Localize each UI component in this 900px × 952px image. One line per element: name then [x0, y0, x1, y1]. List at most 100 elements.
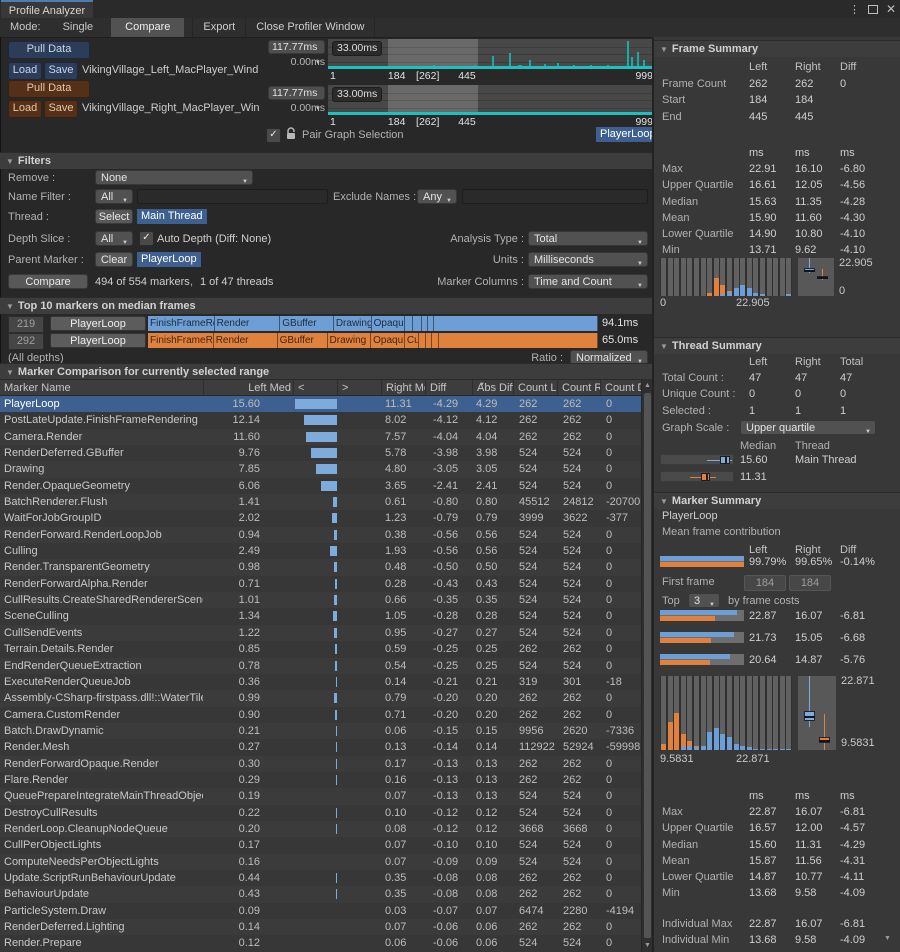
marker-columns-dropdown[interactable]: Time and Count▼: [528, 274, 648, 289]
marker-row[interactable]: Assembly-CSharp-firstpass.dll!::WaterTil…: [0, 690, 641, 706]
pull-data-left-button[interactable]: Pull Data: [8, 41, 90, 59]
marker-row[interactable]: Camera.CustomRender0.900.71-0.200.202622…: [0, 707, 641, 723]
top10-bar-right[interactable]: FinishFrameRRenderGBufferDrawingOpaquCu: [148, 333, 598, 348]
pair-graph-checkbox[interactable]: ✓: [266, 128, 281, 143]
frame-summary-boxplot[interactable]: [798, 258, 834, 296]
col-marker-name[interactable]: Marker Name: [0, 380, 203, 395]
lock-icon[interactable]: [285, 127, 297, 141]
auto-depth-checkbox[interactable]: ✓: [139, 231, 154, 246]
col-count-right[interactable]: Count R: [557, 380, 600, 395]
load-right-button[interactable]: Load: [8, 100, 42, 118]
marker-row[interactable]: Flare.Render0.290.16-0.130.132622620: [0, 772, 641, 788]
parent-clear-button[interactable]: Clear: [95, 252, 133, 267]
marker-row[interactable]: ComputeNeedsPerObjectLights0.160.07-0.09…: [0, 854, 641, 870]
top10-header[interactable]: ▼Top 10 markers on median frames: [0, 297, 652, 314]
first-frame-left-button[interactable]: 184: [744, 575, 786, 591]
analysis-type-dropdown[interactable]: Total▼: [528, 231, 648, 246]
thread-boxplot-right[interactable]: [660, 471, 734, 482]
marker-row[interactable]: BehaviourUpdate0.430.35-0.080.082622620: [0, 886, 641, 902]
marker-row[interactable]: Drawing7.854.80-3.053.055245240: [0, 461, 641, 477]
marker-row[interactable]: Batch.DrawDynamic0.210.06-0.150.15995626…: [0, 723, 641, 739]
marker-row[interactable]: DestroyCullResults0.220.10-0.120.1252452…: [0, 805, 641, 821]
first-frame-right-button[interactable]: 184: [789, 575, 831, 591]
graph-scale-dropdown[interactable]: Upper quartile▼: [740, 420, 876, 435]
y-axis-scale-dropdown-bottom[interactable]: 117.77ms▼: [268, 86, 325, 100]
median-frame-left-button[interactable]: 219: [8, 316, 44, 333]
thread-select-button[interactable]: Select: [95, 209, 133, 224]
col-left-bar[interactable]: <: [293, 380, 337, 395]
name-filter-mode-dropdown[interactable]: All▼: [95, 189, 133, 204]
marker-row[interactable]: Render.OpaqueGeometry6.063.65-2.412.4152…: [0, 478, 641, 494]
marker-row[interactable]: Camera.Render11.607.57-4.044.042622620: [0, 429, 641, 445]
top10-bar-left[interactable]: FinishFrameReRenderGBufferDrawingOpaqu: [148, 316, 598, 331]
marker-row[interactable]: RenderForwardAlpha.Render0.710.28-0.430.…: [0, 576, 641, 592]
exclude-names-input[interactable]: [462, 189, 648, 204]
marker-row[interactable]: SceneCulling1.341.05-0.280.285245240: [0, 608, 641, 624]
thread-boxplot-left[interactable]: [660, 454, 734, 465]
depth-slice-dropdown[interactable]: All▼: [95, 231, 133, 246]
col-count-diff[interactable]: Count D: [600, 380, 641, 395]
marker-row[interactable]: WaitForJobGroupID2.021.23-0.790.79399936…: [0, 510, 641, 526]
col-right-median[interactable]: Right Me: [381, 380, 425, 395]
frame-time-graph-right[interactable]: 33.00ms: [328, 85, 655, 115]
col-diff[interactable]: Diff: [425, 380, 472, 395]
marker-summary-histogram[interactable]: [660, 676, 792, 750]
maximize-icon[interactable]: [868, 5, 878, 14]
mode-single-button[interactable]: Single: [45, 18, 112, 37]
close-icon[interactable]: ✕: [886, 2, 896, 16]
top-n-dropdown[interactable]: 3▼: [688, 593, 720, 608]
marker-row[interactable]: RenderLoop.CleanupNodeQueue0.200.08-0.12…: [0, 821, 641, 837]
marker-row[interactable]: PlayerLoop15.6011.31-4.294.292622620: [0, 396, 641, 412]
export-button[interactable]: Export: [192, 18, 246, 37]
marker-row[interactable]: Update.ScriptRunBehaviourUpdate0.440.35-…: [0, 870, 641, 886]
marker-row[interactable]: EndRenderQueueExtraction0.780.54-0.250.2…: [0, 658, 641, 674]
compare-button[interactable]: Compare: [8, 274, 88, 289]
col-left-median[interactable]: Left Med: [203, 380, 293, 395]
marker-row[interactable]: CullResults.CreateSharedRendererScene1.0…: [0, 592, 641, 608]
load-left-button[interactable]: Load: [8, 62, 42, 80]
frame-summary-header[interactable]: ▼Frame Summary: [654, 40, 900, 57]
remove-dropdown[interactable]: None▼: [95, 170, 253, 185]
marker-row[interactable]: Render.Mesh0.270.13-0.140.1411292252924-…: [0, 739, 641, 755]
panel-scroll-down-icon[interactable]: ▼: [884, 935, 891, 942]
median-frame-right-button[interactable]: 292: [8, 333, 44, 350]
marker-row[interactable]: PostLateUpdate.FinishFrameRendering12.14…: [0, 412, 641, 428]
marker-row[interactable]: CullSendEvents1.220.95-0.270.275245240: [0, 625, 641, 641]
name-filter-input[interactable]: [137, 189, 328, 204]
close-profiler-button[interactable]: Close Profiler Window: [246, 18, 375, 37]
save-left-button[interactable]: Save: [44, 62, 78, 80]
top10-playerloop-button-right[interactable]: PlayerLoop: [50, 333, 146, 348]
frame-time-graph-left[interactable]: 33.00ms: [328, 39, 655, 69]
marker-row[interactable]: Render.TransparentGeometry0.980.48-0.500…: [0, 559, 641, 575]
thread-summary-header[interactable]: ▼Thread Summary: [654, 337, 900, 354]
col-abs-diff[interactable]: ▼Abs Diff: [472, 380, 513, 395]
units-dropdown[interactable]: Milliseconds▼: [528, 252, 648, 267]
filters-header[interactable]: ▼Filters: [0, 152, 652, 169]
marker-summary-boxplot[interactable]: [798, 676, 836, 750]
comparison-header[interactable]: ▼Marker Comparison for currently selecte…: [0, 363, 652, 380]
marker-row[interactable]: QueuePrepareIntegrateMainThreadObjects0.…: [0, 788, 641, 804]
marker-row[interactable]: Terrain.Details.Render0.850.59-0.250.252…: [0, 641, 641, 657]
col-right-bar[interactable]: >: [337, 380, 381, 395]
col-count-left[interactable]: Count L: [513, 380, 557, 395]
marker-row[interactable]: RenderForward.RenderLoopJob0.940.38-0.56…: [0, 527, 641, 543]
selected-marker-chip[interactable]: PlayerLoop: [596, 127, 660, 142]
threshold-badge-bottom[interactable]: 33.00ms: [332, 87, 382, 102]
save-right-button[interactable]: Save: [44, 100, 78, 118]
marker-row[interactable]: Render.Prepare0.120.06-0.060.065245240: [0, 935, 641, 951]
mode-compare-button[interactable]: Compare: [111, 18, 184, 37]
marker-row[interactable]: RenderForwardOpaque.Render0.300.17-0.130…: [0, 756, 641, 772]
top10-playerloop-button-left[interactable]: PlayerLoop: [50, 316, 146, 331]
threshold-badge-top[interactable]: 33.00ms: [332, 41, 382, 56]
marker-row[interactable]: ParticleSystem.Draw0.090.03-0.070.076474…: [0, 903, 641, 919]
marker-row[interactable]: RenderDeferred.Lighting0.140.07-0.060.06…: [0, 919, 641, 935]
marker-row[interactable]: Culling2.491.93-0.560.565245240: [0, 543, 641, 559]
tab-profile-analyzer[interactable]: Profile Analyzer: [1, 0, 93, 18]
exclude-mode-dropdown[interactable]: Any▼: [417, 189, 457, 204]
scrollbar-thumb[interactable]: [644, 393, 651, 938]
marker-summary-header[interactable]: ▼Marker Summary: [654, 492, 900, 509]
marker-row[interactable]: ExecuteRenderQueueJob0.360.14-0.210.2131…: [0, 674, 641, 690]
frame-summary-histogram[interactable]: [660, 258, 792, 296]
marker-row[interactable]: CullPerObjectLights0.170.07-0.100.105245…: [0, 837, 641, 853]
marker-row[interactable]: BatchRenderer.Flush1.410.61-0.800.804551…: [0, 494, 641, 510]
